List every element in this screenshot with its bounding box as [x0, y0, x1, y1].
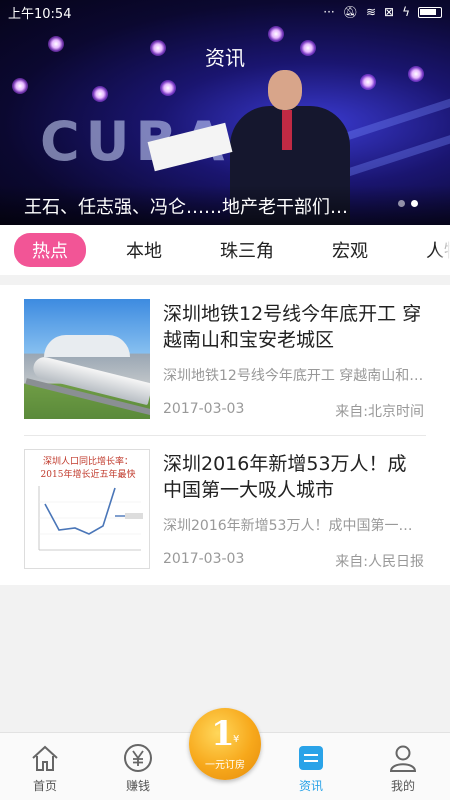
news-icon	[299, 746, 323, 770]
signal-icon: ···	[323, 5, 335, 19]
article-summary: 深圳2016年新增53万人！成中国第一大吸人城市	[163, 518, 425, 534]
sim-off-icon: ⊠	[384, 5, 395, 19]
carousel-indicator	[398, 200, 418, 207]
hero-banner[interactable]: CUBA 上午10:54 ··· 🔕︎ ≋ ⊠ ϟ 资讯 王石、任志强、冯仑………	[0, 0, 450, 225]
stage-light	[92, 86, 108, 102]
tab-macro[interactable]: 宏观	[314, 233, 386, 267]
article-source: 来自:北京时间	[335, 404, 424, 420]
nav-mine[interactable]: 我的	[368, 733, 438, 800]
article-thumbnail	[24, 299, 150, 419]
nav-earn-label: 赚钱	[125, 779, 150, 793]
status-bar: 上午10:54 ··· 🔕︎ ≋ ⊠ ϟ	[0, 0, 450, 24]
carousel-dot-active[interactable]	[411, 200, 418, 207]
stage-light	[160, 80, 176, 96]
home-icon	[32, 745, 58, 771]
coin-currency: ¥	[233, 734, 240, 745]
banner-caption: 王石、任志强、冯仑……地产老干部们…	[24, 197, 348, 218]
thumbnail-chart-title: 深圳人口同比增长率： 2015年增长近五年最快	[40, 457, 136, 480]
carousel-dot[interactable]	[398, 200, 405, 207]
nav-news[interactable]: 资讯	[276, 733, 346, 800]
mute-icon: 🔕︎	[342, 5, 358, 19]
user-icon	[389, 745, 417, 772]
battery-icon	[418, 6, 442, 18]
article-source: 来自:人民日报	[335, 554, 424, 570]
news-list: 深圳地铁12号线今年底开工 穿越南山和宝安老城区 深圳地铁12号线今年底开工 穿…	[0, 285, 450, 585]
article-title: 深圳地铁12号线今年底开工 穿越南山和宝安老城区	[163, 303, 422, 351]
stage-light	[12, 78, 28, 94]
tab-hot[interactable]: 热点	[14, 233, 86, 267]
nav-home[interactable]: 首页	[10, 733, 80, 800]
coin-number: 1	[211, 714, 235, 754]
category-tabs: 热点 本地 珠三角 宏观 人物	[0, 225, 450, 275]
list-item[interactable]: 深圳人口同比增长率： 2015年增长近五年最快 深圳2016年新增53万人！成中…	[0, 435, 450, 585]
article-date: 2017-03-03	[163, 551, 245, 567]
thumbnail-chart-graphic	[38, 486, 143, 551]
stage-light	[268, 26, 284, 42]
article-summary: 深圳地铁12号线今年底开工 穿越南山和宝安老城区	[163, 368, 425, 384]
article-date: 2017-03-03	[163, 401, 245, 417]
yen-icon	[124, 744, 152, 772]
status-time: 上午10:54	[8, 6, 72, 22]
tab-local[interactable]: 本地	[108, 233, 180, 267]
list-item[interactable]: 深圳地铁12号线今年底开工 穿越南山和宝安老城区 深圳地铁12号线今年底开工 穿…	[0, 285, 450, 435]
article-thumbnail: 深圳人口同比增长率： 2015年增长近五年最快	[24, 449, 150, 569]
page-title: 资讯	[205, 46, 245, 70]
tab-scroll-fade	[436, 225, 450, 275]
nav-earn[interactable]: 赚钱	[103, 733, 173, 800]
coin-label: 一元订房	[205, 760, 245, 771]
banner-caption-bar: 王石、任志强、冯仑……地产老干部们…	[0, 185, 450, 225]
nav-home-label: 首页	[32, 779, 57, 793]
nav-news-label: 资讯	[298, 779, 323, 793]
tab-pearl-river-delta[interactable]: 珠三角	[202, 233, 292, 267]
one-yuan-booking-button[interactable]: 1 ¥ 一元订房	[189, 708, 261, 780]
wifi-icon: ≋	[365, 5, 377, 19]
article-title: 深圳2016年新增53万人！成中国第一大吸人城市	[163, 453, 407, 501]
charging-icon: ϟ	[402, 5, 410, 19]
nav-mine-label: 我的	[390, 779, 415, 793]
